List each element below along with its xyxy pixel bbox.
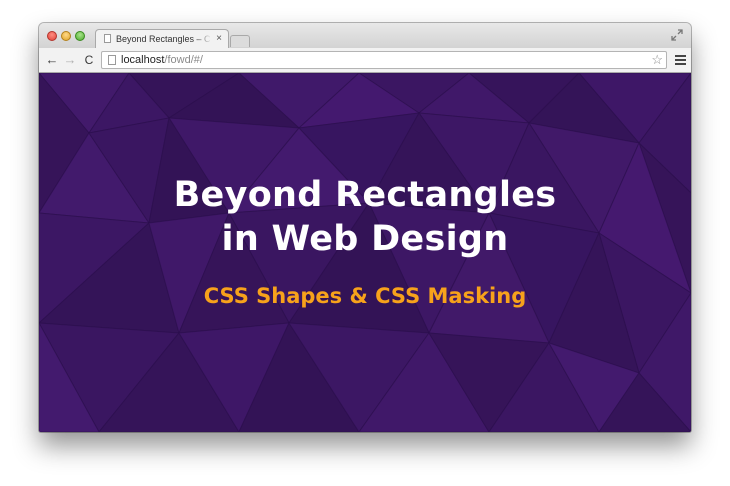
fullscreen-icon[interactable] xyxy=(671,29,683,41)
reload-button[interactable]: C xyxy=(81,52,97,68)
star-icon[interactable]: ☆ xyxy=(651,53,663,67)
url-host: localhost xyxy=(121,54,165,66)
tab-close-icon[interactable]: × xyxy=(216,33,222,45)
page-icon xyxy=(108,55,116,65)
slide-subtitle: CSS Shapes & CSS Masking xyxy=(203,284,527,308)
forward-button[interactable]: → xyxy=(62,52,78,68)
address-bar[interactable]: localhost/fowd/#/ ☆ xyxy=(101,51,667,69)
browser-window: Beyond Rectangles – CSS Shapes & CSS Mas… xyxy=(39,23,691,432)
slide-title-line-1: Beyond Rectangles xyxy=(173,175,557,215)
minimize-window-icon[interactable] xyxy=(61,31,71,41)
tab-active[interactable]: Beyond Rectangles – CSS Shapes & CSS Mas… xyxy=(95,29,229,48)
slide-title: Beyond Rectangles in Web Design xyxy=(39,173,691,261)
back-button[interactable]: ← xyxy=(44,52,60,68)
slide-title-line-2: in Web Design xyxy=(221,219,509,259)
browser-toolbar: ← → C localhost/fowd/#/ ☆ xyxy=(39,48,691,73)
page-icon xyxy=(104,34,111,43)
close-window-icon[interactable] xyxy=(47,31,57,41)
new-tab-button[interactable] xyxy=(230,35,250,47)
url-text[interactable]: localhost/fowd/#/ xyxy=(121,54,203,67)
hamburger-menu-icon[interactable] xyxy=(675,55,686,66)
maximize-window-icon[interactable] xyxy=(75,31,85,41)
page-viewport: Beyond Rectangles in Web Design CSS Shap… xyxy=(39,73,691,432)
url-path: /fowd/#/ xyxy=(164,54,203,66)
title-bar: Beyond Rectangles – CSS Shapes & CSS Mas… xyxy=(39,23,691,48)
tab-title: Beyond Rectangles – CSS Shapes & CSS Mas… xyxy=(116,34,211,44)
